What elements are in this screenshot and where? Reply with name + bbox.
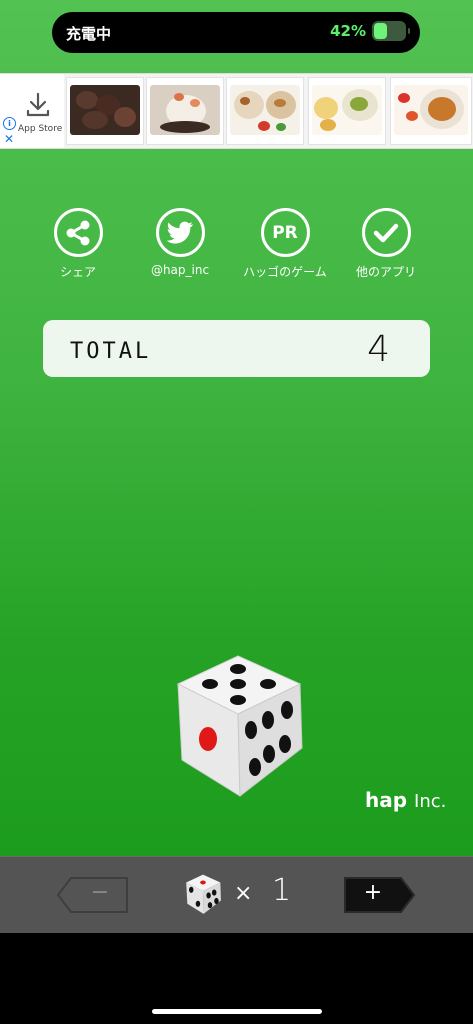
app-store-label: App Store — [18, 124, 63, 134]
battery-icon — [372, 21, 410, 41]
increase-label: + — [363, 880, 383, 905]
pr-games-button[interactable]: PR ハッゴのゲーム — [235, 208, 335, 280]
salad-bowls-photo — [312, 85, 382, 135]
battery-status: 42% — [330, 21, 410, 41]
close-icon[interactable]: ✕ — [4, 132, 14, 146]
seafood-dish-photo — [150, 85, 220, 135]
grilled-meat-photo — [70, 85, 140, 135]
total-value: 4 — [367, 329, 390, 370]
share-button[interactable]: シェア — [28, 208, 128, 280]
bento-box-photo — [230, 85, 300, 135]
info-icon[interactable]: i — [3, 117, 16, 130]
share-label: シェア — [59, 265, 96, 279]
ad-thumbnail[interactable] — [146, 77, 224, 145]
battery-level-fill — [374, 23, 387, 39]
dice[interactable] — [168, 650, 308, 800]
times-symbol: × — [234, 881, 253, 906]
battery-percent: 42% — [330, 22, 366, 40]
ad-thumbnail[interactable] — [308, 77, 386, 145]
total-label: TOTAL — [70, 339, 152, 364]
ad-app-store-button[interactable]: App Store i ✕ — [0, 74, 64, 148]
twitter-button[interactable]: @hap_inc — [130, 208, 230, 277]
pr-games-label: ハッゴのゲーム — [243, 265, 327, 279]
app-screen: 充電中 42% App Store i ✕ シェア @hap_inc PR ハッ… — [0, 0, 473, 856]
brand-logo: hap Inc. — [365, 788, 447, 812]
download-icon — [26, 92, 50, 117]
home-indicator[interactable] — [152, 1009, 322, 1014]
pr-icon: PR — [260, 208, 310, 257]
curry-plate-photo — [394, 85, 468, 135]
twitter-icon — [155, 208, 205, 257]
dice-count-controller: − × 1 + — [0, 856, 473, 933]
status-bar: 充電中 42% — [52, 12, 420, 53]
total-panel: TOTAL 4 — [43, 320, 430, 377]
other-apps-button[interactable]: 他のアプリ — [336, 208, 436, 280]
dice-count-icon — [186, 874, 221, 914]
share-icon — [53, 208, 103, 257]
twitter-label: @hap_inc — [150, 263, 210, 277]
other-apps-label: 他のアプリ — [355, 265, 416, 279]
ad-thumbnail[interactable] — [226, 77, 304, 145]
dice-count-value: 1 — [272, 873, 292, 908]
checkmark-icon — [361, 208, 411, 257]
ad-thumbnail[interactable] — [66, 77, 144, 145]
ad-banner[interactable]: App Store i ✕ — [0, 73, 473, 149]
ad-thumbnail[interactable] — [390, 77, 472, 145]
decrease-label: − — [90, 880, 110, 905]
charging-status: 充電中 — [66, 25, 112, 43]
